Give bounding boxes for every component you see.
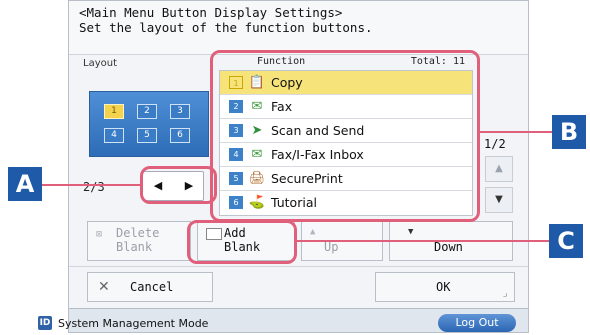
- delete-blank-icon: ⊠: [96, 229, 103, 240]
- preview-cell-2: 2: [137, 104, 157, 119]
- id-icon: ID: [38, 316, 52, 330]
- ok-label: OK: [436, 280, 451, 294]
- up-icon: ▲: [310, 227, 316, 237]
- preview-cell-5: 5: [137, 128, 157, 143]
- layout-label: Layout: [83, 58, 117, 69]
- callout-line-a: [42, 184, 140, 186]
- delete-blank-button[interactable]: ⊠ Delete Blank: [87, 221, 191, 261]
- divider: [69, 266, 528, 267]
- callout-c: C: [549, 224, 583, 258]
- corner-mark-icon: ⌟: [501, 288, 508, 299]
- triangle-up-icon: ▲: [495, 163, 503, 174]
- highlight-c: [187, 220, 297, 264]
- status-mode-text: System Management Mode: [58, 317, 209, 330]
- callout-b: B: [552, 115, 586, 149]
- logout-button[interactable]: Log Out: [438, 314, 516, 332]
- layout-preview: 1 2 3 4 5 6: [89, 91, 209, 157]
- callout-line-b: [480, 131, 552, 133]
- highlight-b: [210, 50, 480, 222]
- highlight-a: [140, 166, 217, 204]
- cancel-label: Cancel: [130, 280, 174, 294]
- header-title: <Main Menu Button Display Settings>: [79, 5, 343, 20]
- ok-button[interactable]: OK ⌟: [375, 272, 515, 302]
- down-label: Down: [434, 240, 463, 254]
- preview-cell-6: 6: [170, 128, 190, 143]
- delete-blank-label: Delete Blank: [116, 226, 160, 254]
- scroll-down-button[interactable]: ▼: [485, 187, 513, 213]
- triangle-down-icon: ▼: [495, 194, 503, 205]
- header: <Main Menu Button Display Settings> Set …: [69, 1, 528, 55]
- up-label: Up: [324, 240, 339, 254]
- preview-cell-4: 4: [104, 128, 124, 143]
- preview-cell-1: 1: [104, 104, 124, 119]
- down-icon: ▼: [408, 227, 414, 237]
- close-icon: ✕: [98, 279, 110, 295]
- callout-line-c: [297, 240, 549, 242]
- cancel-button[interactable]: ✕ Cancel: [87, 272, 213, 302]
- list-page-indicator: 1/2: [484, 137, 506, 151]
- callout-a: A: [8, 167, 42, 201]
- header-instruction: Set the layout of the function buttons.: [79, 20, 373, 35]
- layout-page-indicator: 2/3: [83, 180, 105, 194]
- preview-cell-3: 3: [170, 104, 190, 119]
- scroll-up-button[interactable]: ▲: [485, 156, 513, 182]
